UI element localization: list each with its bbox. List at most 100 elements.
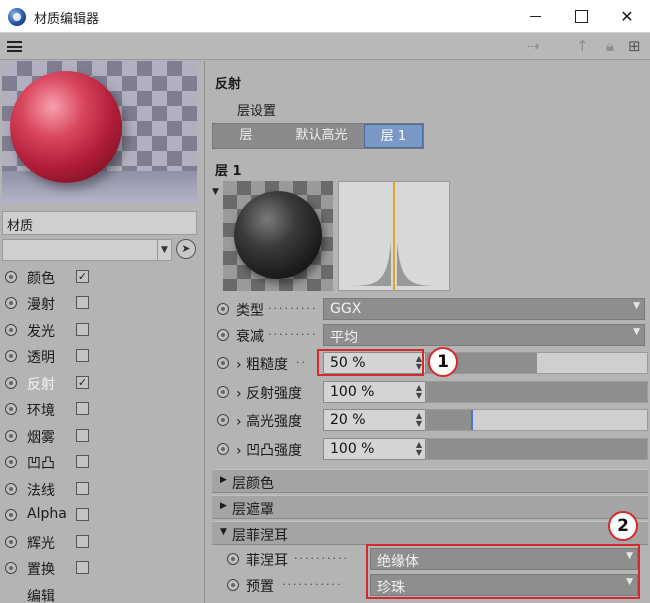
channel-row-alpha[interactable]: Alpha xyxy=(0,502,200,528)
channel-checkbox[interactable] xyxy=(76,402,89,415)
channel-checkbox[interactable] xyxy=(76,455,89,468)
stepper-arrows-icon[interactable]: ▲ ▼ xyxy=(416,441,422,457)
channel-checkbox[interactable]: ✓ xyxy=(76,376,89,389)
channel-checkbox[interactable] xyxy=(76,561,89,574)
tab-layer-1[interactable]: 层 1 xyxy=(364,124,423,148)
group-layer-mask[interactable]: ▶ 层遮罩 xyxy=(212,495,648,519)
radio-dot-icon[interactable] xyxy=(5,562,17,574)
type-dropdown[interactable]: GGX ▼ xyxy=(323,298,645,320)
radio-dot-icon[interactable] xyxy=(227,553,239,565)
channel-row-fog[interactable]: 烟雾 xyxy=(0,423,200,449)
collapse-arrow-icon[interactable]: ▼ xyxy=(212,187,219,197)
radio-dot-icon[interactable] xyxy=(5,324,17,336)
preset-label: 预置 xyxy=(246,579,274,595)
channel-checkbox[interactable] xyxy=(76,535,89,548)
channel-row-environment[interactable]: 环境 xyxy=(0,396,200,422)
radio-dot-icon[interactable] xyxy=(217,414,229,426)
roughness-slider[interactable] xyxy=(426,352,648,374)
lock-icon[interactable]: 🔒︎ xyxy=(606,38,614,54)
radio-dot-icon[interactable] xyxy=(5,456,17,468)
pick-arrow-button[interactable]: ➤ xyxy=(176,239,196,259)
material-preview[interactable] xyxy=(2,61,197,204)
prop-row-bump-strength: › 凹凸强度 100 % ▲ ▼ xyxy=(212,436,648,462)
stepper-arrows-icon[interactable]: ▲ ▼ xyxy=(416,412,422,428)
specular-strength-input[interactable]: 20 % ▲ ▼ xyxy=(323,409,426,431)
radio-dot-icon[interactable] xyxy=(5,377,17,389)
group-layer-color[interactable]: ▶ 层颜色 xyxy=(212,469,648,493)
bump-strength-value: 100 % xyxy=(330,441,375,457)
group-label: 层菲涅耳 xyxy=(232,528,288,544)
bump-strength-label: › 凹凸强度 xyxy=(236,443,303,459)
material-select[interactable]: ▼ xyxy=(2,239,172,261)
channel-checkbox[interactable]: ✓ xyxy=(76,270,89,283)
tab-default-specular[interactable]: 默认高光 xyxy=(279,124,364,148)
specular-strength-slider[interactable] xyxy=(426,409,648,431)
annotation-badge-2: 2 xyxy=(608,511,638,541)
channel-row-reflectance[interactable]: 反射 ✓ xyxy=(0,370,200,396)
bump-strength-slider[interactable] xyxy=(426,438,648,460)
tab-layer[interactable]: 层 xyxy=(213,124,279,148)
radio-dot-icon[interactable] xyxy=(217,386,229,398)
radio-dot-icon[interactable] xyxy=(217,329,229,341)
channel-checkbox[interactable] xyxy=(76,429,89,442)
channel-row-luminance[interactable]: 发光 xyxy=(0,317,200,343)
menu-icon[interactable] xyxy=(7,41,22,52)
channel-checkbox[interactable] xyxy=(76,508,89,521)
radio-dot-icon[interactable] xyxy=(217,357,229,369)
reflection-strength-input[interactable]: 100 % ▲ ▼ xyxy=(323,381,426,403)
radio-dot-icon[interactable] xyxy=(5,430,17,442)
stepper-arrows-icon[interactable]: ▲ ▼ xyxy=(416,384,422,400)
channel-checkbox[interactable] xyxy=(76,349,89,362)
channel-row-glow[interactable]: 辉光 xyxy=(0,529,200,555)
attenuation-dropdown[interactable]: 平均 ▼ xyxy=(323,324,645,346)
chevron-down-icon: ▼ xyxy=(633,327,640,337)
minimize-button[interactable] xyxy=(512,0,558,33)
channel-checkbox[interactable] xyxy=(76,323,89,336)
toolbar: ⇢ ↑ 🔒︎ ⊞ xyxy=(0,33,650,60)
bump-strength-label-text: 凹凸强度 xyxy=(246,443,303,459)
label-dots: ........... xyxy=(282,575,343,588)
radio-dot-icon[interactable] xyxy=(5,483,17,495)
channel-checkbox[interactable] xyxy=(76,296,89,309)
arrow-right-icon[interactable]: ⇢ xyxy=(527,38,540,54)
radio-dot-icon[interactable] xyxy=(217,303,229,315)
channel-row-editor[interactable]: 编辑 xyxy=(0,582,200,603)
fresnel-label: 菲涅耳 xyxy=(246,553,288,569)
radio-dot-icon[interactable] xyxy=(5,271,17,283)
roughness-label: › 粗糙度 xyxy=(236,357,289,373)
fresnel-highlight-box xyxy=(366,544,640,599)
bump-strength-input[interactable]: 100 % ▲ ▼ xyxy=(323,438,426,460)
specular-strength-slider-mark[interactable] xyxy=(471,410,473,430)
material-name-field[interactable]: 材质 xyxy=(2,211,197,235)
layer-preview[interactable] xyxy=(223,181,333,291)
radio-dot-icon[interactable] xyxy=(5,350,17,362)
radio-dot-icon[interactable] xyxy=(5,403,17,415)
group-layer-fresnel[interactable]: ▼ 层菲涅耳 xyxy=(212,521,648,545)
reflection-strength-slider[interactable] xyxy=(426,381,648,403)
radio-dot-icon[interactable] xyxy=(5,509,17,521)
radio-dot-icon[interactable] xyxy=(5,536,17,548)
radio-dot-icon[interactable] xyxy=(227,579,239,591)
new-window-icon[interactable]: ⊞ xyxy=(628,38,641,54)
layer-tabs: 层 默认高光 层 1 xyxy=(212,123,424,149)
channel-label: 颜色 xyxy=(27,271,55,287)
channel-row-diffusion[interactable]: 漫射 xyxy=(0,290,200,316)
channel-checkbox[interactable] xyxy=(76,482,89,495)
maximize-button[interactable] xyxy=(558,0,604,33)
channel-label: 漫射 xyxy=(27,297,55,313)
channel-row-color[interactable]: 颜色 ✓ xyxy=(0,264,200,290)
close-button[interactable]: ✕ xyxy=(604,0,650,33)
channel-row-transparency[interactable]: 透明 xyxy=(0,343,200,369)
label-dots: ......... xyxy=(268,299,318,312)
channel-row-normal[interactable]: 法线 xyxy=(0,476,200,502)
channel-label: Alpha xyxy=(27,506,67,522)
channel-row-bump[interactable]: 凹凸 xyxy=(0,449,200,475)
radio-dot-icon[interactable] xyxy=(217,443,229,455)
channel-row-displacement[interactable]: 置换 xyxy=(0,555,200,581)
reflection-strength-label-text: 反射强度 xyxy=(246,386,303,402)
prop-row-type: 类型 ......... GGX ▼ xyxy=(212,296,648,322)
arrow-up-icon[interactable]: ↑ xyxy=(576,38,589,54)
specular-strength-label: › 高光强度 xyxy=(236,414,303,430)
sidebar: 材质 ▼ ➤ 颜色 ✓ 漫射 发光 透明 反射 ✓ 环境 烟雾 凹凸 法线 Al… xyxy=(0,61,205,603)
radio-dot-icon[interactable] xyxy=(5,297,17,309)
